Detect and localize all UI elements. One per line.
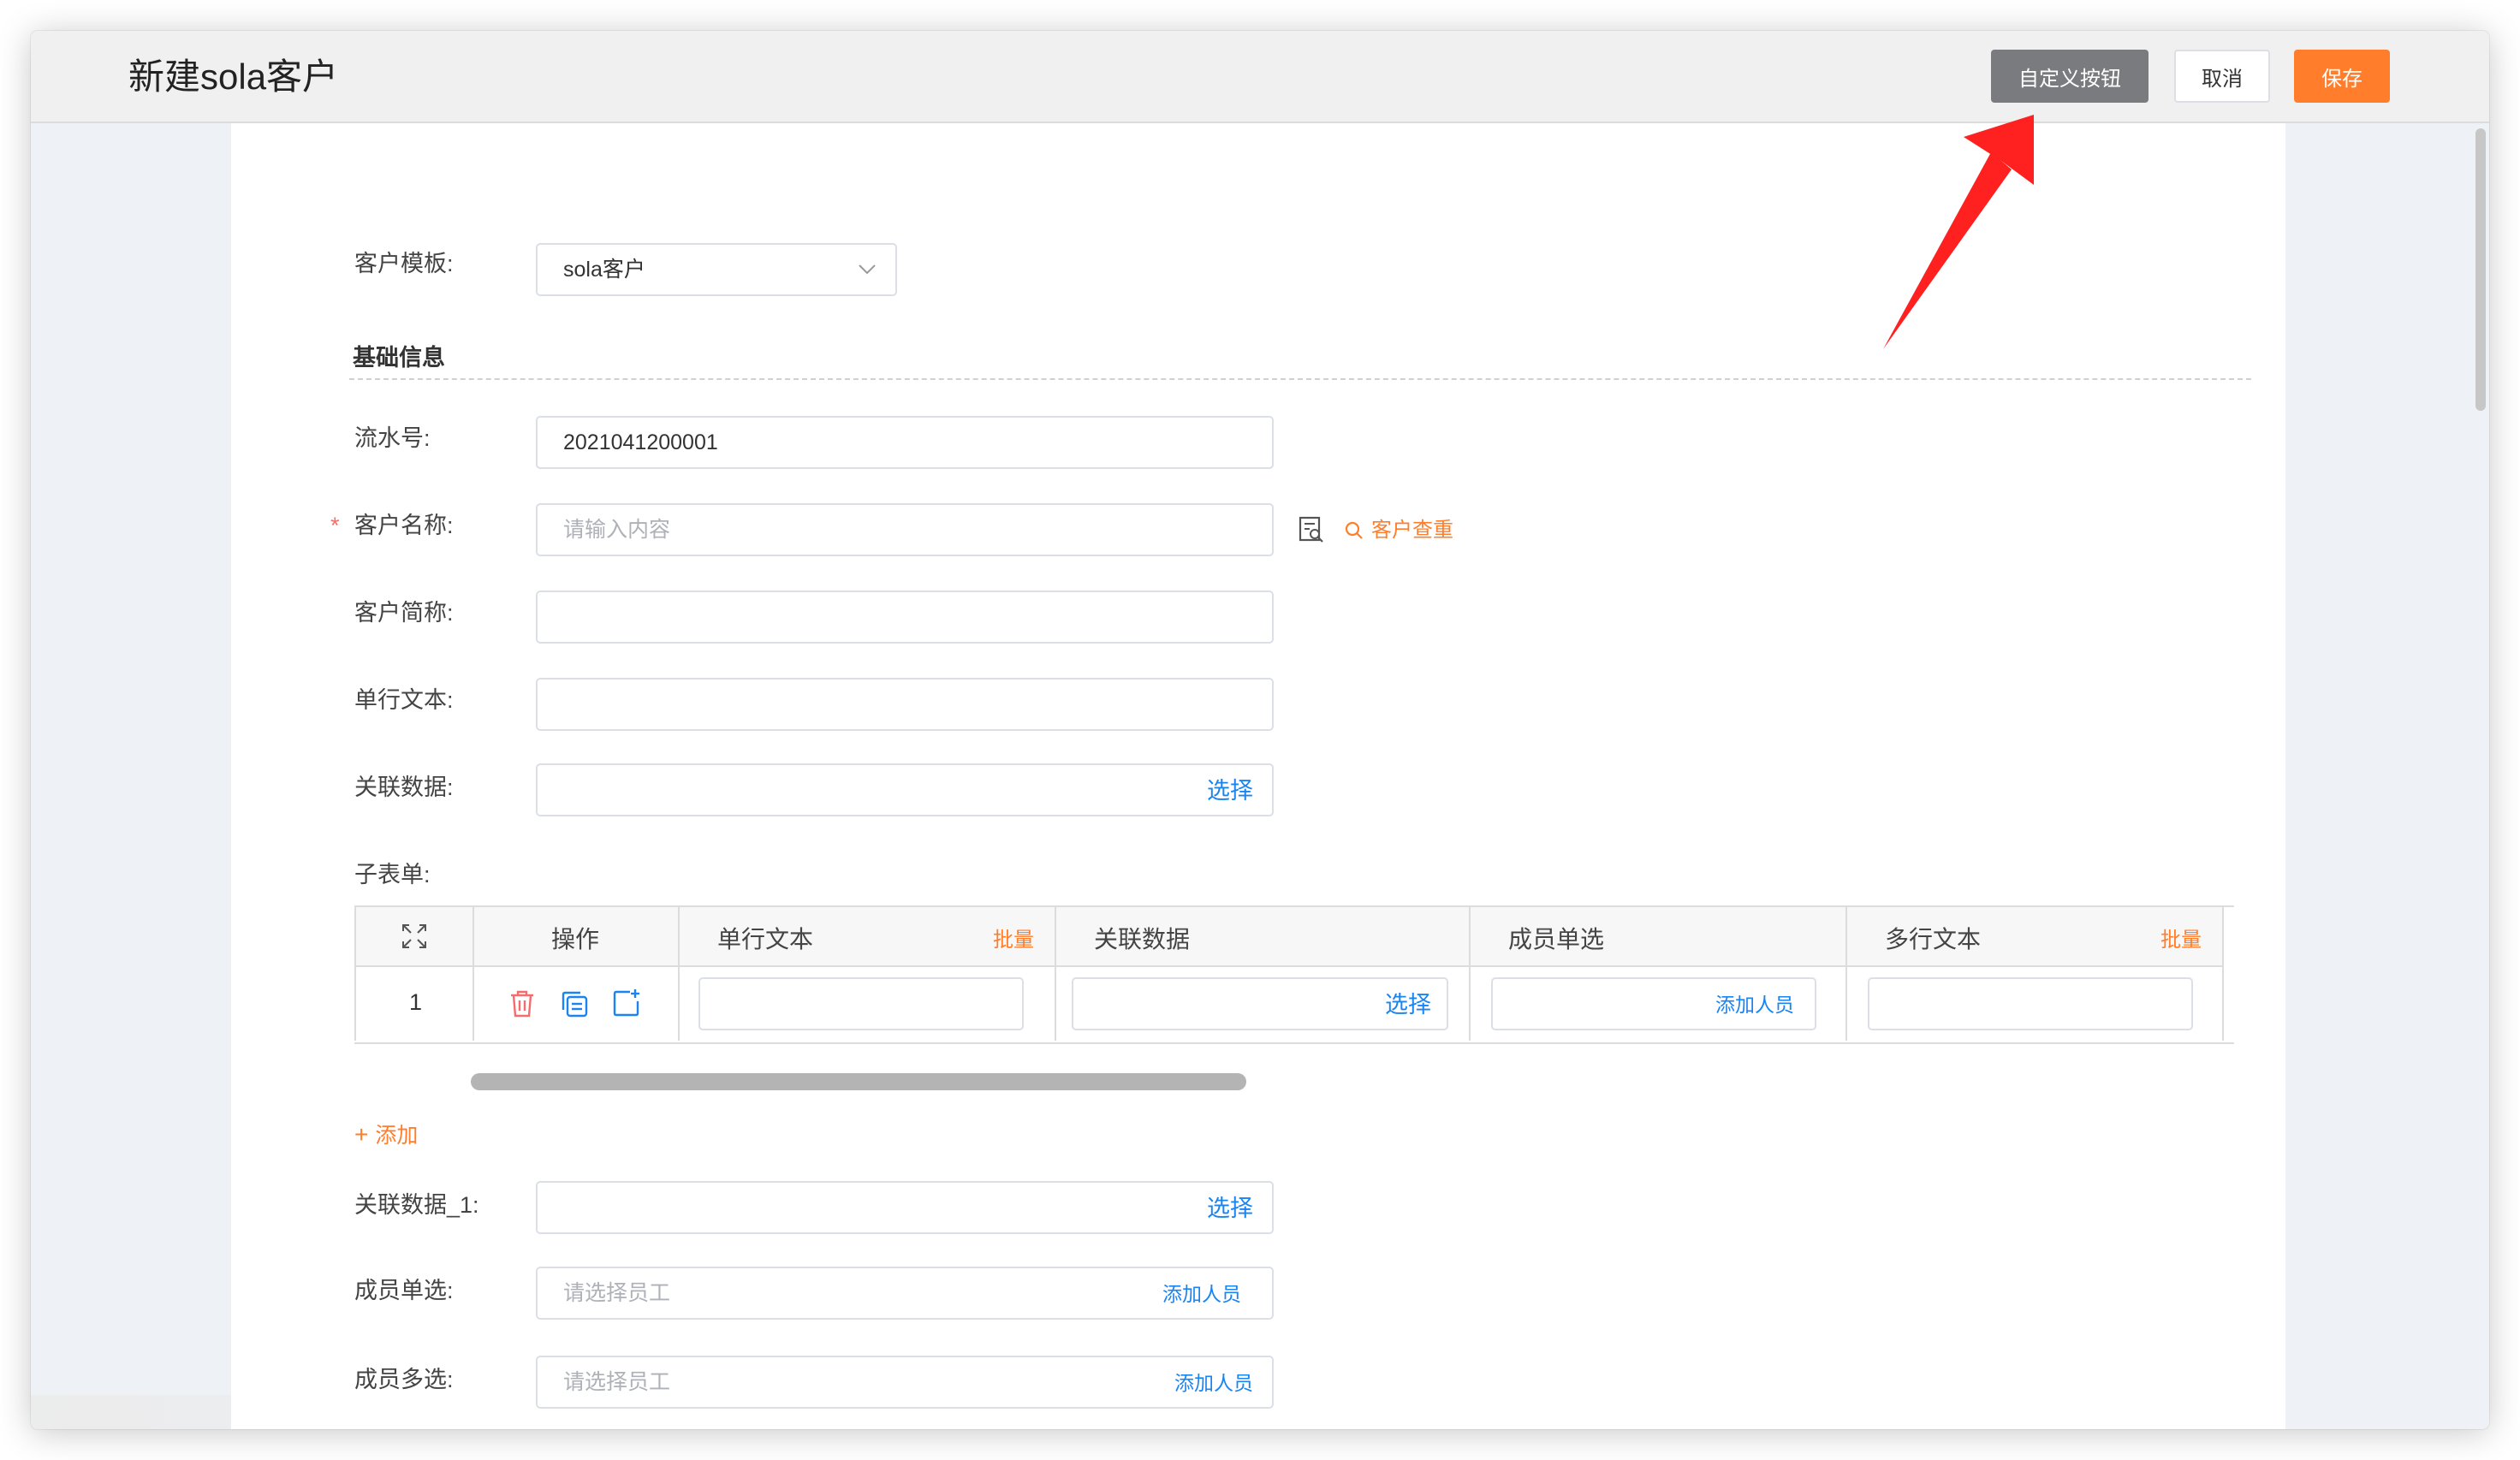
save-button[interactable]: 保存 <box>2294 50 2390 103</box>
expand-icon[interactable] <box>401 923 428 950</box>
row-ops-cell <box>474 965 680 1041</box>
add-subform-row-label: 添加 <box>375 1124 419 1148</box>
search-icon <box>1345 521 1363 539</box>
single-text-input[interactable] <box>536 678 1274 731</box>
related-data-input[interactable]: 选择 <box>536 763 1274 816</box>
member-single-input[interactable]: 请选择员工 添加人员 <box>536 1267 1274 1320</box>
ops-header-cell: 操作 <box>474 907 680 965</box>
row-related-data-cell: 选择 <box>1056 965 1471 1041</box>
customer-name-placeholder: 请输入内容 <box>563 518 671 542</box>
form-panel: 客户模板: sola客户 基础信息 流水号: 2021041200001 * 客… <box>231 123 2285 1429</box>
section-title-basic: 基础信息 <box>353 345 445 371</box>
custom-button[interactable]: 自定义按钮 <box>1991 50 2149 103</box>
related-data-label: 关联数据: <box>354 775 454 800</box>
single-text-header: 单行文本 <box>717 926 814 953</box>
row-member-single-cell: 添加人员 <box>1471 965 1847 1041</box>
row-related-select-link[interactable]: 选择 <box>1385 989 1431 1020</box>
customer-lookup-icon[interactable] <box>1298 515 1325 544</box>
related-data-header: 关联数据 <box>1094 926 1191 953</box>
page-header: 新建sola客户 自定义按钮 取消 保存 <box>31 31 2489 123</box>
delete-icon[interactable] <box>508 989 536 1018</box>
table-horizontal-scrollbar[interactable] <box>471 1073 1246 1090</box>
row-add-member-link[interactable]: 添加人员 <box>1715 989 1794 1020</box>
short-name-input[interactable] <box>536 591 1274 644</box>
section-divider <box>349 378 2251 380</box>
app-window: 新建sola客户 自定义按钮 取消 保存 客户模板: sola客户 基础信息 流… <box>31 31 2489 1429</box>
row-related-data-input[interactable]: 选择 <box>1072 977 1448 1030</box>
subform-table: 操作 单行文本 批量 关联数据 成员单选 多行文本 批量 1 选择 添加人员 <box>354 905 2234 1044</box>
table-row: 1 <box>354 965 474 1041</box>
cancel-button[interactable]: 取消 <box>2174 50 2270 103</box>
member-single-header: 成员单选 <box>1508 926 1605 953</box>
template-select[interactable]: sola客户 <box>536 243 897 296</box>
row-index: 1 <box>409 989 423 1015</box>
serial-label: 流水号: <box>354 425 431 451</box>
add-row-icon[interactable] <box>611 988 642 1018</box>
row-single-text-input[interactable] <box>698 977 1024 1030</box>
dup-check-link[interactable]: 客户查重 <box>1371 515 1453 546</box>
customer-name-label: 客户名称: <box>354 513 454 538</box>
serial-input[interactable]: 2021041200001 <box>536 416 1274 469</box>
multi-text-batch-link[interactable]: 批量 <box>2160 923 2202 953</box>
row-member-single-input[interactable]: 添加人员 <box>1491 977 1816 1030</box>
member-multi-placeholder: 请选择员工 <box>563 1370 671 1394</box>
add-subform-row-link[interactable]: + 添加 <box>354 1119 418 1151</box>
row-multi-text-cell <box>1847 965 2224 1041</box>
row-single-text-cell <box>680 965 1056 1041</box>
member-single-placeholder: 请选择员工 <box>563 1281 671 1305</box>
single-text-batch-link[interactable]: 批量 <box>993 923 1034 953</box>
required-mark: * <box>330 513 340 538</box>
template-label: 客户模板: <box>354 251 454 276</box>
row-multi-text-input[interactable] <box>1868 977 2193 1030</box>
template-select-value: sola客户 <box>563 258 645 282</box>
single-text-label: 单行文本: <box>354 687 454 713</box>
expand-header-cell <box>354 907 474 965</box>
member-single-header-cell: 成员单选 <box>1471 907 1847 965</box>
related-data-1-label: 关联数据_1: <box>354 1192 479 1218</box>
multi-text-header-cell: 多行文本 批量 <box>1847 907 2224 965</box>
multi-text-header: 多行文本 <box>1885 926 1982 953</box>
related-data-1-select-link[interactable]: 选择 <box>1207 1193 1253 1224</box>
plus-icon: + <box>354 1121 369 1148</box>
related-data-header-cell: 关联数据 <box>1056 907 1471 965</box>
chevron-down-icon <box>859 264 876 275</box>
copy-icon[interactable] <box>560 989 589 1018</box>
ops-header: 操作 <box>551 926 600 953</box>
member-multi-label: 成员多选: <box>354 1367 454 1392</box>
member-single-add-link[interactable]: 添加人员 <box>1162 1279 1241 1309</box>
customer-name-input[interactable]: 请输入内容 <box>536 503 1274 556</box>
member-multi-input[interactable]: 请选择员工 添加人员 <box>536 1356 1274 1409</box>
related-data-select-link[interactable]: 选择 <box>1207 775 1253 806</box>
related-data-1-input[interactable]: 选择 <box>536 1181 1274 1234</box>
member-multi-add-link[interactable]: 添加人员 <box>1174 1368 1253 1398</box>
subform-label: 子表单: <box>354 862 431 887</box>
short-name-label: 客户简称: <box>354 600 454 626</box>
page-title: 新建sola客户 <box>128 56 339 97</box>
single-text-header-cell: 单行文本 批量 <box>680 907 1056 965</box>
vertical-scrollbar[interactable] <box>2475 128 2486 411</box>
serial-value: 2021041200001 <box>563 430 718 454</box>
member-single-label: 成员单选: <box>354 1278 454 1303</box>
